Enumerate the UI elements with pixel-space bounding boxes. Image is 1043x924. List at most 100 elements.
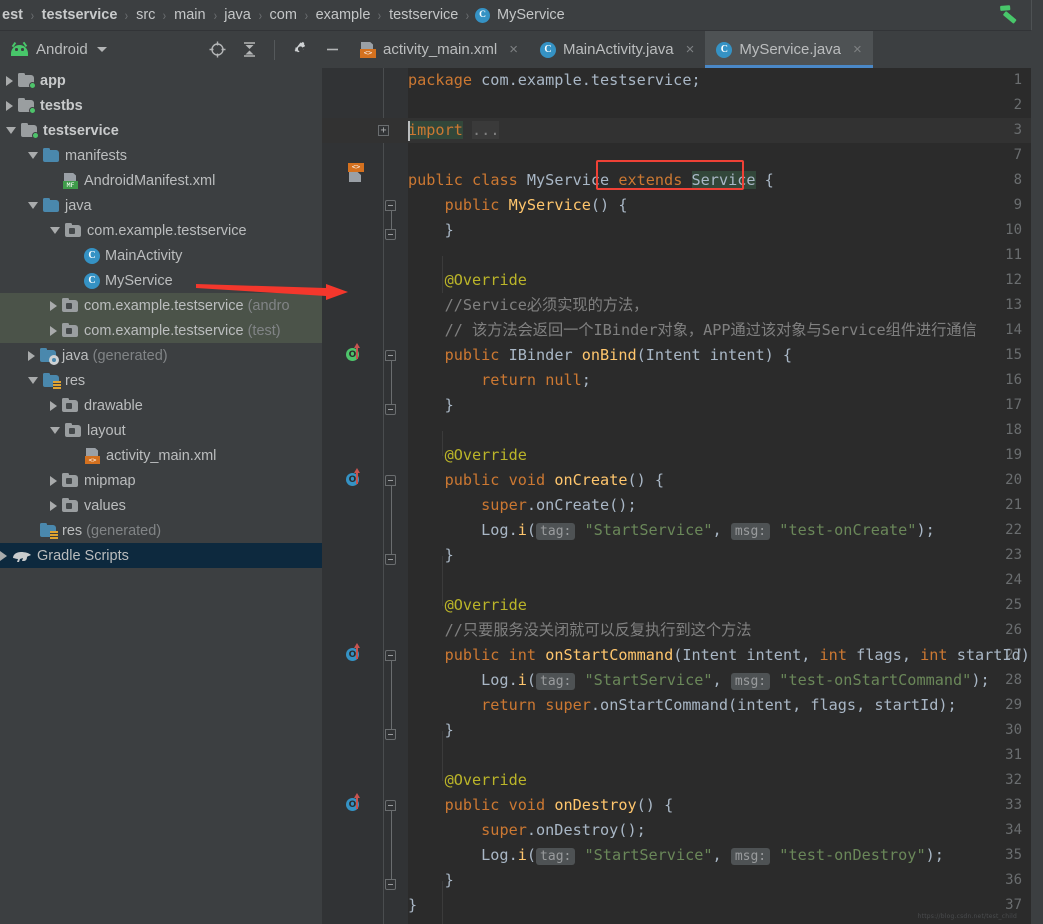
project-tree[interactable]: app testbs testservice manifests MF AndroidMa… bbox=[0, 68, 322, 924]
tree-expand-right-icon[interactable] bbox=[50, 500, 57, 511]
breadcrumb-item-main[interactable]: main bbox=[172, 7, 207, 23]
breadcrumb-item-testservice-pkg[interactable]: testservice bbox=[387, 7, 460, 23]
fold-collapse-icon[interactable] bbox=[385, 554, 396, 565]
code-line-22[interactable]: Log.i(tag: "StartService", msg: "test-on… bbox=[408, 518, 935, 543]
locate-icon[interactable] bbox=[208, 41, 226, 59]
tree-item-app[interactable]: app bbox=[0, 68, 322, 93]
editor-fold-strip[interactable] bbox=[385, 68, 408, 924]
code-line-1[interactable]: package com.example.testservice; bbox=[408, 68, 701, 93]
tree-expand-down-icon[interactable] bbox=[50, 227, 60, 234]
tree-item-java[interactable]: java (generated) bbox=[0, 343, 322, 368]
code-line-34[interactable]: super.onDestroy(); bbox=[408, 818, 646, 843]
code-line-10[interactable]: } bbox=[408, 218, 454, 243]
fold-collapse-icon[interactable] bbox=[385, 350, 396, 361]
fold-collapse-icon[interactable] bbox=[385, 229, 396, 240]
tab-mainactivity-java[interactable]: C MainActivity.java × bbox=[529, 31, 705, 68]
code-line-27[interactable]: public int onStartCommand(Intent intent,… bbox=[408, 643, 1031, 668]
project-view-selector[interactable]: Android bbox=[0, 31, 200, 68]
breadcrumb-item-testservice[interactable]: testservice bbox=[40, 7, 120, 23]
code-line-15[interactable]: public IBinder onBind(Intent intent) { bbox=[408, 343, 793, 368]
tree-expand-right-icon[interactable] bbox=[28, 350, 35, 361]
tree-item-activity-main-xml[interactable]: <> activity_main.xml bbox=[0, 443, 322, 468]
code-line-8[interactable]: public class MyService extends Service { bbox=[408, 168, 774, 193]
code-line-32[interactable]: @Override bbox=[408, 768, 527, 793]
tree-item-testservice[interactable]: testservice bbox=[0, 118, 322, 143]
tree-item-values[interactable]: values bbox=[0, 493, 322, 518]
tree-item-myservice[interactable]: C MyService bbox=[0, 268, 322, 293]
tree-item-mainactivity[interactable]: C MainActivity bbox=[0, 243, 322, 268]
tree-item-gradle-scripts[interactable]: Gradle Scripts bbox=[0, 543, 322, 568]
settings-gear-icon[interactable] bbox=[291, 41, 309, 59]
tree-expand-right-icon[interactable] bbox=[50, 400, 57, 411]
tree-item-com-example-testservice[interactable]: com.example.testservice (test) bbox=[0, 318, 322, 343]
code-line-35[interactable]: Log.i(tag: "StartService", msg: "test-on… bbox=[408, 843, 944, 868]
fold-collapse-icon[interactable] bbox=[385, 879, 396, 890]
code-line-19[interactable]: @Override bbox=[408, 443, 527, 468]
tab-activity-main-xml[interactable]: <> activity_main.xml × bbox=[349, 31, 529, 68]
tree-item-com-example-testservice[interactable]: com.example.testservice bbox=[0, 218, 322, 243]
code-line-30[interactable]: } bbox=[408, 718, 454, 743]
fold-collapse-icon[interactable] bbox=[385, 800, 396, 811]
tree-expand-right-icon[interactable] bbox=[6, 75, 13, 86]
tree-expand-right-icon[interactable] bbox=[50, 300, 57, 311]
tree-item-testbs[interactable]: testbs bbox=[0, 93, 322, 118]
code-line-20[interactable]: public void onCreate() { bbox=[408, 468, 665, 493]
breadcrumb-item-java[interactable]: java bbox=[222, 7, 253, 23]
tab-myservice-java[interactable]: C MyService.java × bbox=[705, 31, 874, 68]
breadcrumb-item-src[interactable]: src bbox=[134, 7, 157, 23]
code-line-25[interactable]: @Override bbox=[408, 593, 527, 618]
code-line-9[interactable]: public MyService() { bbox=[408, 193, 628, 218]
tree-expand-down-icon[interactable] bbox=[50, 427, 60, 434]
fold-collapse-icon[interactable] bbox=[385, 404, 396, 415]
tree-expand-right-icon[interactable] bbox=[50, 475, 57, 486]
tab-close-icon[interactable]: × bbox=[686, 42, 695, 57]
collapse-all-icon[interactable] bbox=[240, 41, 258, 59]
fold-collapse-icon[interactable] bbox=[385, 475, 396, 486]
tree-item-res[interactable]: res (generated) bbox=[0, 518, 322, 543]
code-line-16[interactable]: return null; bbox=[408, 368, 591, 393]
tab-close-icon[interactable]: × bbox=[853, 42, 862, 57]
fold-collapse-icon[interactable] bbox=[385, 200, 396, 211]
breadcrumb-item-example[interactable]: example bbox=[314, 7, 373, 23]
tree-item-res[interactable]: res bbox=[0, 368, 322, 393]
tree-item-com-example-testservice[interactable]: com.example.testservice (andro bbox=[0, 293, 322, 318]
code-line-26[interactable]: //只要服务没关闭就可以反复执行到这个方法 bbox=[408, 618, 752, 643]
code-line-21[interactable]: super.onCreate(); bbox=[408, 493, 636, 518]
fold-collapse-icon[interactable] bbox=[385, 729, 396, 740]
fold-expand-icon[interactable]: + bbox=[378, 125, 389, 136]
tree-item-mipmap[interactable]: mipmap bbox=[0, 468, 322, 493]
code-line-31[interactable] bbox=[408, 743, 417, 768]
code-line-36[interactable]: } bbox=[408, 868, 454, 893]
tree-expand-down-icon[interactable] bbox=[28, 202, 38, 209]
tree-expand-right-icon[interactable] bbox=[50, 325, 57, 336]
tree-item-androidmanifest-xml[interactable]: MF AndroidManifest.xml bbox=[0, 168, 322, 193]
code-line-12[interactable]: @Override bbox=[408, 268, 527, 293]
breadcrumb-item-com[interactable]: com bbox=[268, 7, 299, 23]
breadcrumb-item-est[interactable]: est bbox=[0, 7, 25, 23]
code-editor[interactable]: 1 2 3 7 8 9 10 11 12 13 14 15 16 17 18 19 20 21 22 23 24 25 26… bbox=[322, 68, 1031, 924]
code-line-33[interactable]: public void onDestroy() { bbox=[408, 793, 674, 818]
code-line-13[interactable]: //Service必须实现的方法， bbox=[408, 293, 649, 318]
breadcrumb-item-myservice[interactable]: C MyService bbox=[475, 7, 567, 23]
code-line-17[interactable]: } bbox=[408, 393, 454, 418]
code-line-29[interactable]: return super.onStartCommand(intent, flag… bbox=[408, 693, 957, 718]
code-line-28[interactable]: Log.i(tag: "StartService", msg: "test-on… bbox=[408, 668, 990, 693]
code-line-23[interactable]: } bbox=[408, 543, 454, 568]
code-line-37[interactable]: } bbox=[408, 893, 417, 918]
tree-expand-right-icon[interactable] bbox=[0, 550, 7, 561]
code-content[interactable]: package com.example.testservice; import … bbox=[408, 68, 1031, 924]
tree-expand-down-icon[interactable] bbox=[6, 127, 16, 134]
tree-item-layout[interactable]: layout bbox=[0, 418, 322, 443]
hide-panel-icon[interactable] bbox=[323, 41, 341, 59]
tree-expand-right-icon[interactable] bbox=[6, 100, 13, 111]
code-line-14[interactable]: // 该方法会返回一个IBinder对象，APP通过该对象与Service组件进… bbox=[408, 318, 977, 343]
fold-collapse-icon[interactable] bbox=[385, 650, 396, 661]
tree-expand-down-icon[interactable] bbox=[28, 377, 38, 384]
tab-close-icon[interactable]: × bbox=[509, 42, 518, 57]
code-line-24[interactable] bbox=[408, 568, 417, 593]
code-line-2[interactable] bbox=[408, 93, 417, 118]
code-line-7[interactable] bbox=[408, 143, 417, 168]
tree-item-java[interactable]: java bbox=[0, 193, 322, 218]
code-line-3[interactable]: import ... bbox=[408, 118, 500, 143]
code-line-11[interactable] bbox=[408, 243, 417, 268]
